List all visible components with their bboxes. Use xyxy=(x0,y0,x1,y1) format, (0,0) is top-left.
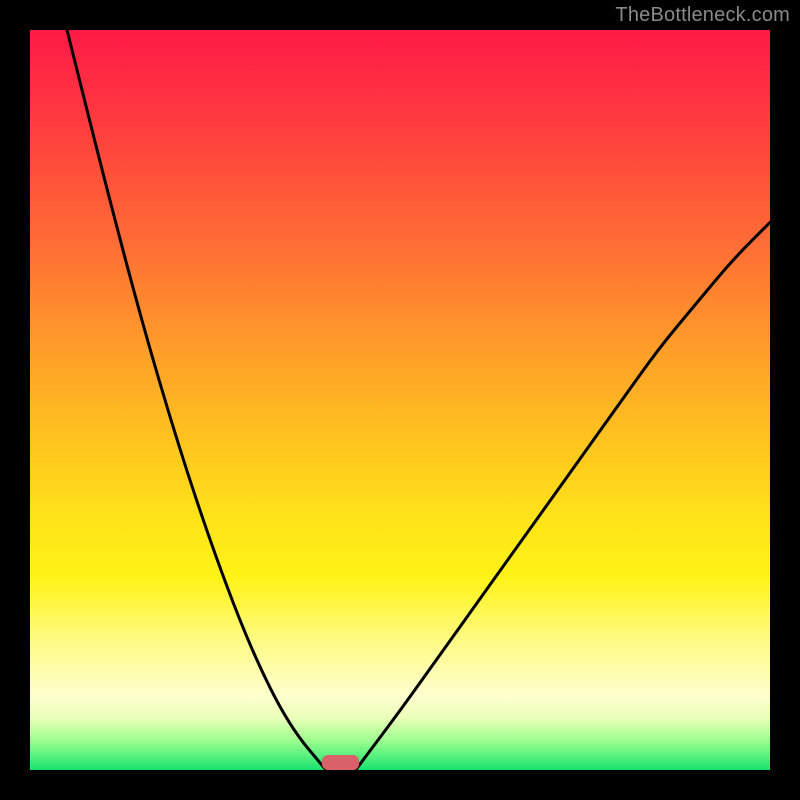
plot-area xyxy=(30,30,770,770)
curve-left-branch xyxy=(67,30,326,770)
curve-right-branch xyxy=(356,222,770,770)
chart-frame: TheBottleneck.com xyxy=(0,0,800,800)
watermark-text: TheBottleneck.com xyxy=(615,4,790,27)
bottleneck-curve xyxy=(30,30,770,770)
minimum-marker xyxy=(322,755,359,770)
